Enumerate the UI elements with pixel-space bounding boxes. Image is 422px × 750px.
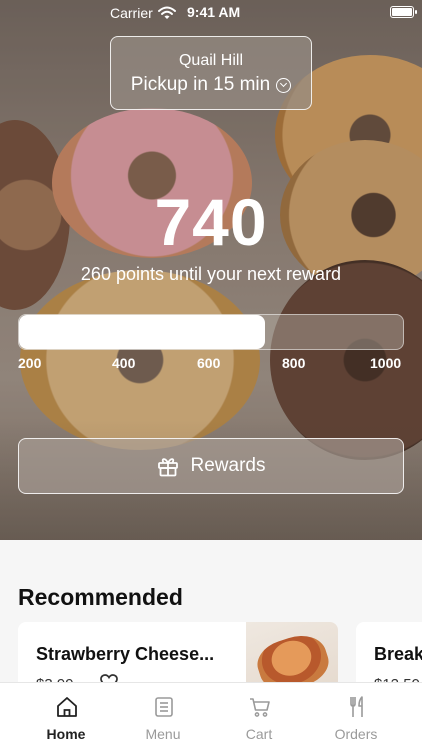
tab-menu[interactable]: Menu: [113, 683, 213, 750]
tab-bar: Home Menu Cart Orders: [0, 682, 422, 750]
rewards-button[interactable]: Rewards: [18, 438, 404, 494]
pickup-label: Pickup in 15 min: [130, 74, 271, 95]
tab-label: Home: [46, 726, 86, 742]
tab-orders[interactable]: Orders: [306, 683, 406, 750]
status-bar: Carrier 9:41 AM: [0, 0, 422, 26]
pickup-time: Pickup in 15 min: [111, 74, 311, 96]
cart-icon: [250, 698, 270, 717]
progress-tick-label: 1000: [370, 355, 402, 371]
menu-icon: [155, 697, 173, 717]
home-icon: [57, 697, 77, 717]
section-title-recommended: Recommended: [18, 584, 183, 610]
clock: 9:41 AM: [187, 4, 241, 20]
tab-label: Menu: [145, 726, 181, 742]
store-selector-button[interactable]: Quail Hill Pickup in 15 min: [110, 36, 312, 110]
points-until-reward: 260 points until your next reward: [80, 264, 342, 284]
item-name: Break: [374, 644, 422, 664]
wifi-icon: [158, 6, 176, 19]
points-balance: 740: [154, 185, 268, 259]
app-screen: Carrier 9:41 AM Quail Hill Pickup in 15 …: [0, 0, 422, 750]
progress-tick-label: 200: [18, 355, 42, 371]
store-name: Quail Hill: [178, 52, 243, 69]
tab-home[interactable]: Home: [16, 683, 116, 750]
battery-icon: [390, 6, 417, 18]
progress-tick-label: 600: [197, 355, 221, 371]
tab-label: Cart: [245, 726, 273, 742]
progress-fill: [19, 315, 265, 349]
item-name: Strawberry Cheese...: [36, 644, 215, 664]
fork-knife-icon: [350, 696, 363, 717]
progress-tick-label: 800: [282, 355, 306, 371]
progress-tick-label: 400: [112, 355, 136, 371]
gift-icon: [157, 458, 178, 477]
carrier-label: Carrier: [110, 5, 153, 21]
chevron-down-circle-icon: [276, 77, 292, 93]
tab-cart[interactable]: Cart: [209, 683, 309, 750]
points-progress-bar: [18, 314, 404, 350]
rewards-label: Rewards: [190, 455, 266, 476]
tab-label: Orders: [334, 726, 378, 742]
